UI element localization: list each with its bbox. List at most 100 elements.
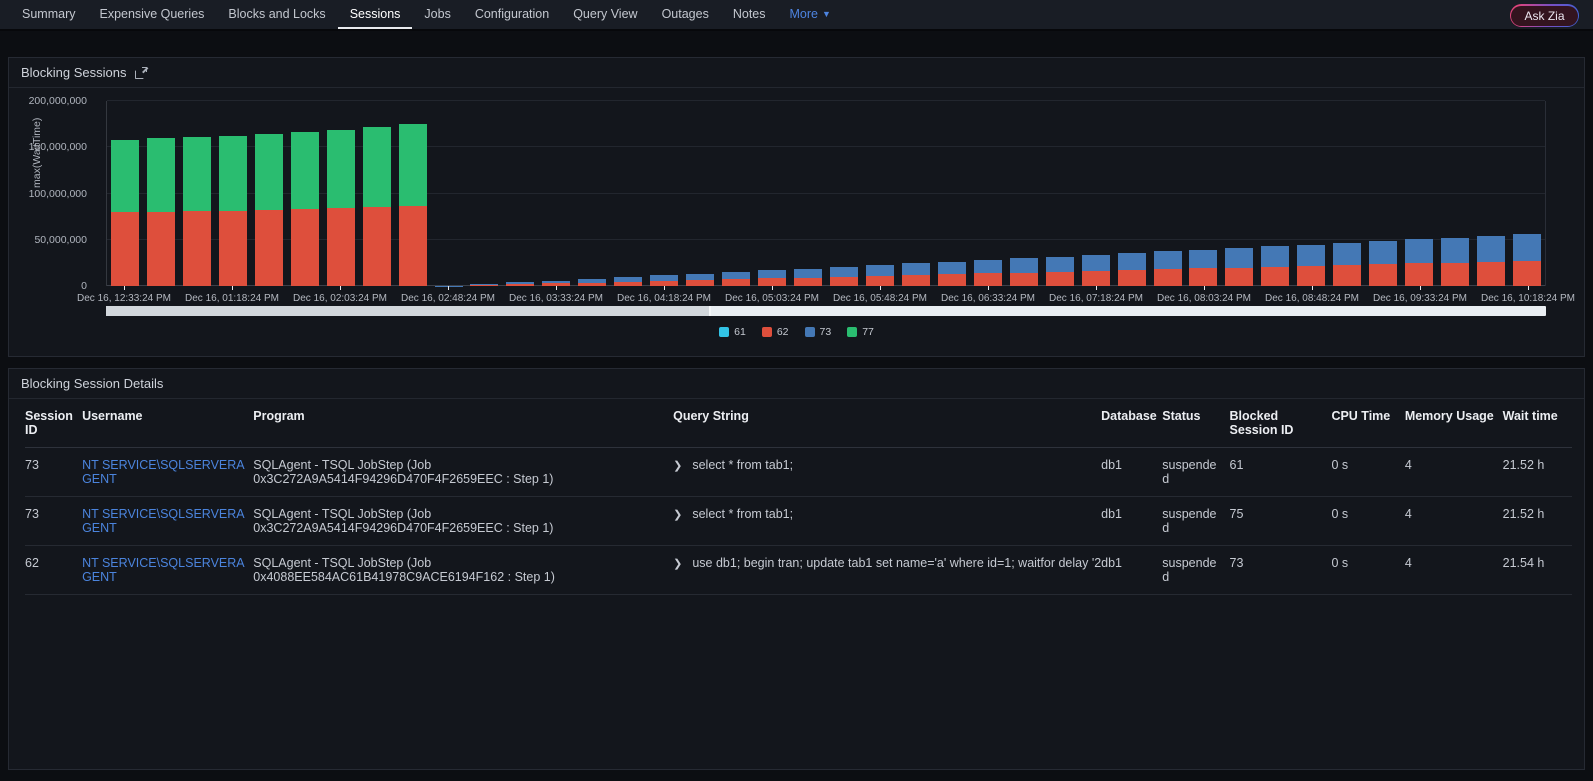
stacked-bar[interactable]	[363, 101, 391, 286]
username-link[interactable]: NT SERVICE\SQLSERVERAGENT	[82, 556, 245, 584]
bar-segment-series-62	[1189, 268, 1217, 286]
chart-scrollbar-thumb[interactable]	[106, 306, 711, 316]
stacked-bar[interactable]	[902, 101, 930, 286]
ask-zia-button[interactable]: Ask Zia	[1510, 4, 1579, 27]
bar-segment-series-77	[255, 134, 283, 210]
legend-item-73[interactable]: 73	[805, 326, 832, 338]
nav-tab-configuration[interactable]: Configuration	[463, 0, 561, 29]
legend-item-77[interactable]: 77	[847, 326, 874, 338]
stacked-bar[interactable]	[1225, 101, 1253, 286]
nav-tab-expensive-queries[interactable]: Expensive Queries	[87, 0, 216, 29]
cell-program: SQLAgent - TSQL JobStep (Job 0x4088EE584…	[253, 546, 673, 595]
bar-segment-series-77	[399, 124, 427, 205]
expand-query-icon[interactable]: ❯	[673, 460, 682, 472]
x-axis-tick	[124, 286, 125, 290]
stacked-bar[interactable]	[255, 101, 283, 286]
stacked-bar[interactable]	[291, 101, 319, 286]
stacked-bar[interactable]	[470, 101, 498, 286]
stacked-bar[interactable]	[1261, 101, 1289, 286]
bar-segment-series-62	[183, 211, 211, 286]
bar-segment-series-62	[686, 280, 714, 286]
expand-query-icon[interactable]: ❯	[673, 509, 682, 521]
table-body: 73NT SERVICE\SQLSERVERAGENTSQLAgent - TS…	[25, 448, 1572, 595]
stacked-bar[interactable]	[1297, 101, 1325, 286]
stacked-bar[interactable]	[686, 101, 714, 286]
bar-segment-series-73	[722, 272, 750, 279]
stacked-bar[interactable]	[578, 101, 606, 286]
stacked-bar[interactable]	[866, 101, 894, 286]
bar-segment-series-73	[974, 260, 1002, 273]
cell-cpu-time: 0 s	[1331, 448, 1404, 497]
y-tick-label: 100,000,000	[7, 188, 87, 200]
legend-item-62[interactable]: 62	[762, 326, 789, 338]
username-link[interactable]: NT SERVICE\SQLSERVERAGENT	[82, 507, 245, 535]
expand-query-icon[interactable]: ❯	[673, 558, 682, 570]
stacked-bar[interactable]	[1189, 101, 1217, 286]
column-header-blocked-session-id: Blocked Session ID	[1230, 399, 1332, 448]
bar-segment-series-73	[506, 282, 534, 284]
cell-blocked-session-id: 61	[1230, 448, 1332, 497]
stacked-bar[interactable]	[650, 101, 678, 286]
nav-tab-sessions[interactable]: Sessions	[338, 0, 413, 29]
cell-wait-time: 21.52 h	[1503, 497, 1572, 546]
cell-query-string: ❯use db1; begin tran; update tab1 set na…	[673, 546, 1101, 595]
stacked-bar[interactable]	[111, 101, 139, 286]
cell-memory-usage: 4	[1405, 497, 1503, 546]
nav-more-menu[interactable]: More ▼	[778, 0, 843, 29]
bar-segment-series-73	[1118, 253, 1146, 270]
stacked-bar[interactable]	[1046, 101, 1074, 286]
stacked-bar[interactable]	[1118, 101, 1146, 286]
open-in-new-icon[interactable]	[135, 67, 147, 79]
stacked-bar[interactable]	[399, 101, 427, 286]
nav-tab-blocks-and-locks[interactable]: Blocks and Locks	[216, 0, 337, 29]
stacked-bar[interactable]	[183, 101, 211, 286]
chart-horizontal-scrollbar[interactable]	[106, 306, 1546, 316]
stacked-bar[interactable]	[327, 101, 355, 286]
stacked-bar[interactable]	[614, 101, 642, 286]
bar-segment-series-62	[1441, 263, 1469, 286]
stacked-bar[interactable]	[1441, 101, 1469, 286]
stacked-bar[interactable]	[938, 101, 966, 286]
stacked-bar[interactable]	[830, 101, 858, 286]
stacked-bar[interactable]	[1369, 101, 1397, 286]
stacked-bar[interactable]	[1082, 101, 1110, 286]
cell-blocked-session-id: 75	[1230, 497, 1332, 546]
bar-segment-series-73	[1369, 241, 1397, 264]
stacked-bar[interactable]	[1477, 101, 1505, 286]
legend-item-61[interactable]: 61	[719, 326, 746, 338]
username-link[interactable]: NT SERVICE\SQLSERVERAGENT	[82, 458, 245, 486]
bar-segment-series-77	[183, 137, 211, 211]
bar-segment-series-62	[866, 276, 894, 286]
cell-status: suspended	[1162, 448, 1229, 497]
nav-tab-jobs[interactable]: Jobs	[412, 0, 462, 29]
gridline	[107, 146, 1545, 147]
bar-segment-series-73	[830, 267, 858, 277]
column-header-query-string: Query String	[673, 399, 1101, 448]
x-axis-tick	[988, 286, 989, 290]
stacked-bar[interactable]	[147, 101, 175, 286]
y-tick-label: 0	[7, 280, 87, 292]
stacked-bar[interactable]	[1405, 101, 1433, 286]
bar-segment-series-73	[1082, 255, 1110, 271]
stacked-bar[interactable]	[1513, 101, 1541, 286]
stacked-bar[interactable]	[794, 101, 822, 286]
stacked-bar[interactable]	[1333, 101, 1361, 286]
stacked-bar[interactable]	[542, 101, 570, 286]
bar-segment-series-62	[1010, 273, 1038, 287]
stacked-bar[interactable]	[1154, 101, 1182, 286]
column-header-memory-usage: Memory Usage	[1405, 399, 1503, 448]
nav-tab-query-view[interactable]: Query View	[561, 0, 649, 29]
column-header-wait-time: Wait time	[1503, 399, 1572, 448]
stacked-bar[interactable]	[1010, 101, 1038, 286]
nav-tab-summary[interactable]: Summary	[10, 0, 87, 29]
bar-segment-series-62	[1225, 268, 1253, 287]
stacked-bar[interactable]	[758, 101, 786, 286]
stacked-bar[interactable]	[722, 101, 750, 286]
stacked-bar[interactable]	[506, 101, 534, 286]
stacked-bar[interactable]	[219, 101, 247, 286]
nav-tab-notes[interactable]: Notes	[721, 0, 778, 29]
stacked-bar[interactable]	[974, 101, 1002, 286]
legend-swatch	[847, 327, 857, 337]
nav-tab-outages[interactable]: Outages	[650, 0, 721, 29]
stacked-bar[interactable]	[435, 101, 463, 286]
